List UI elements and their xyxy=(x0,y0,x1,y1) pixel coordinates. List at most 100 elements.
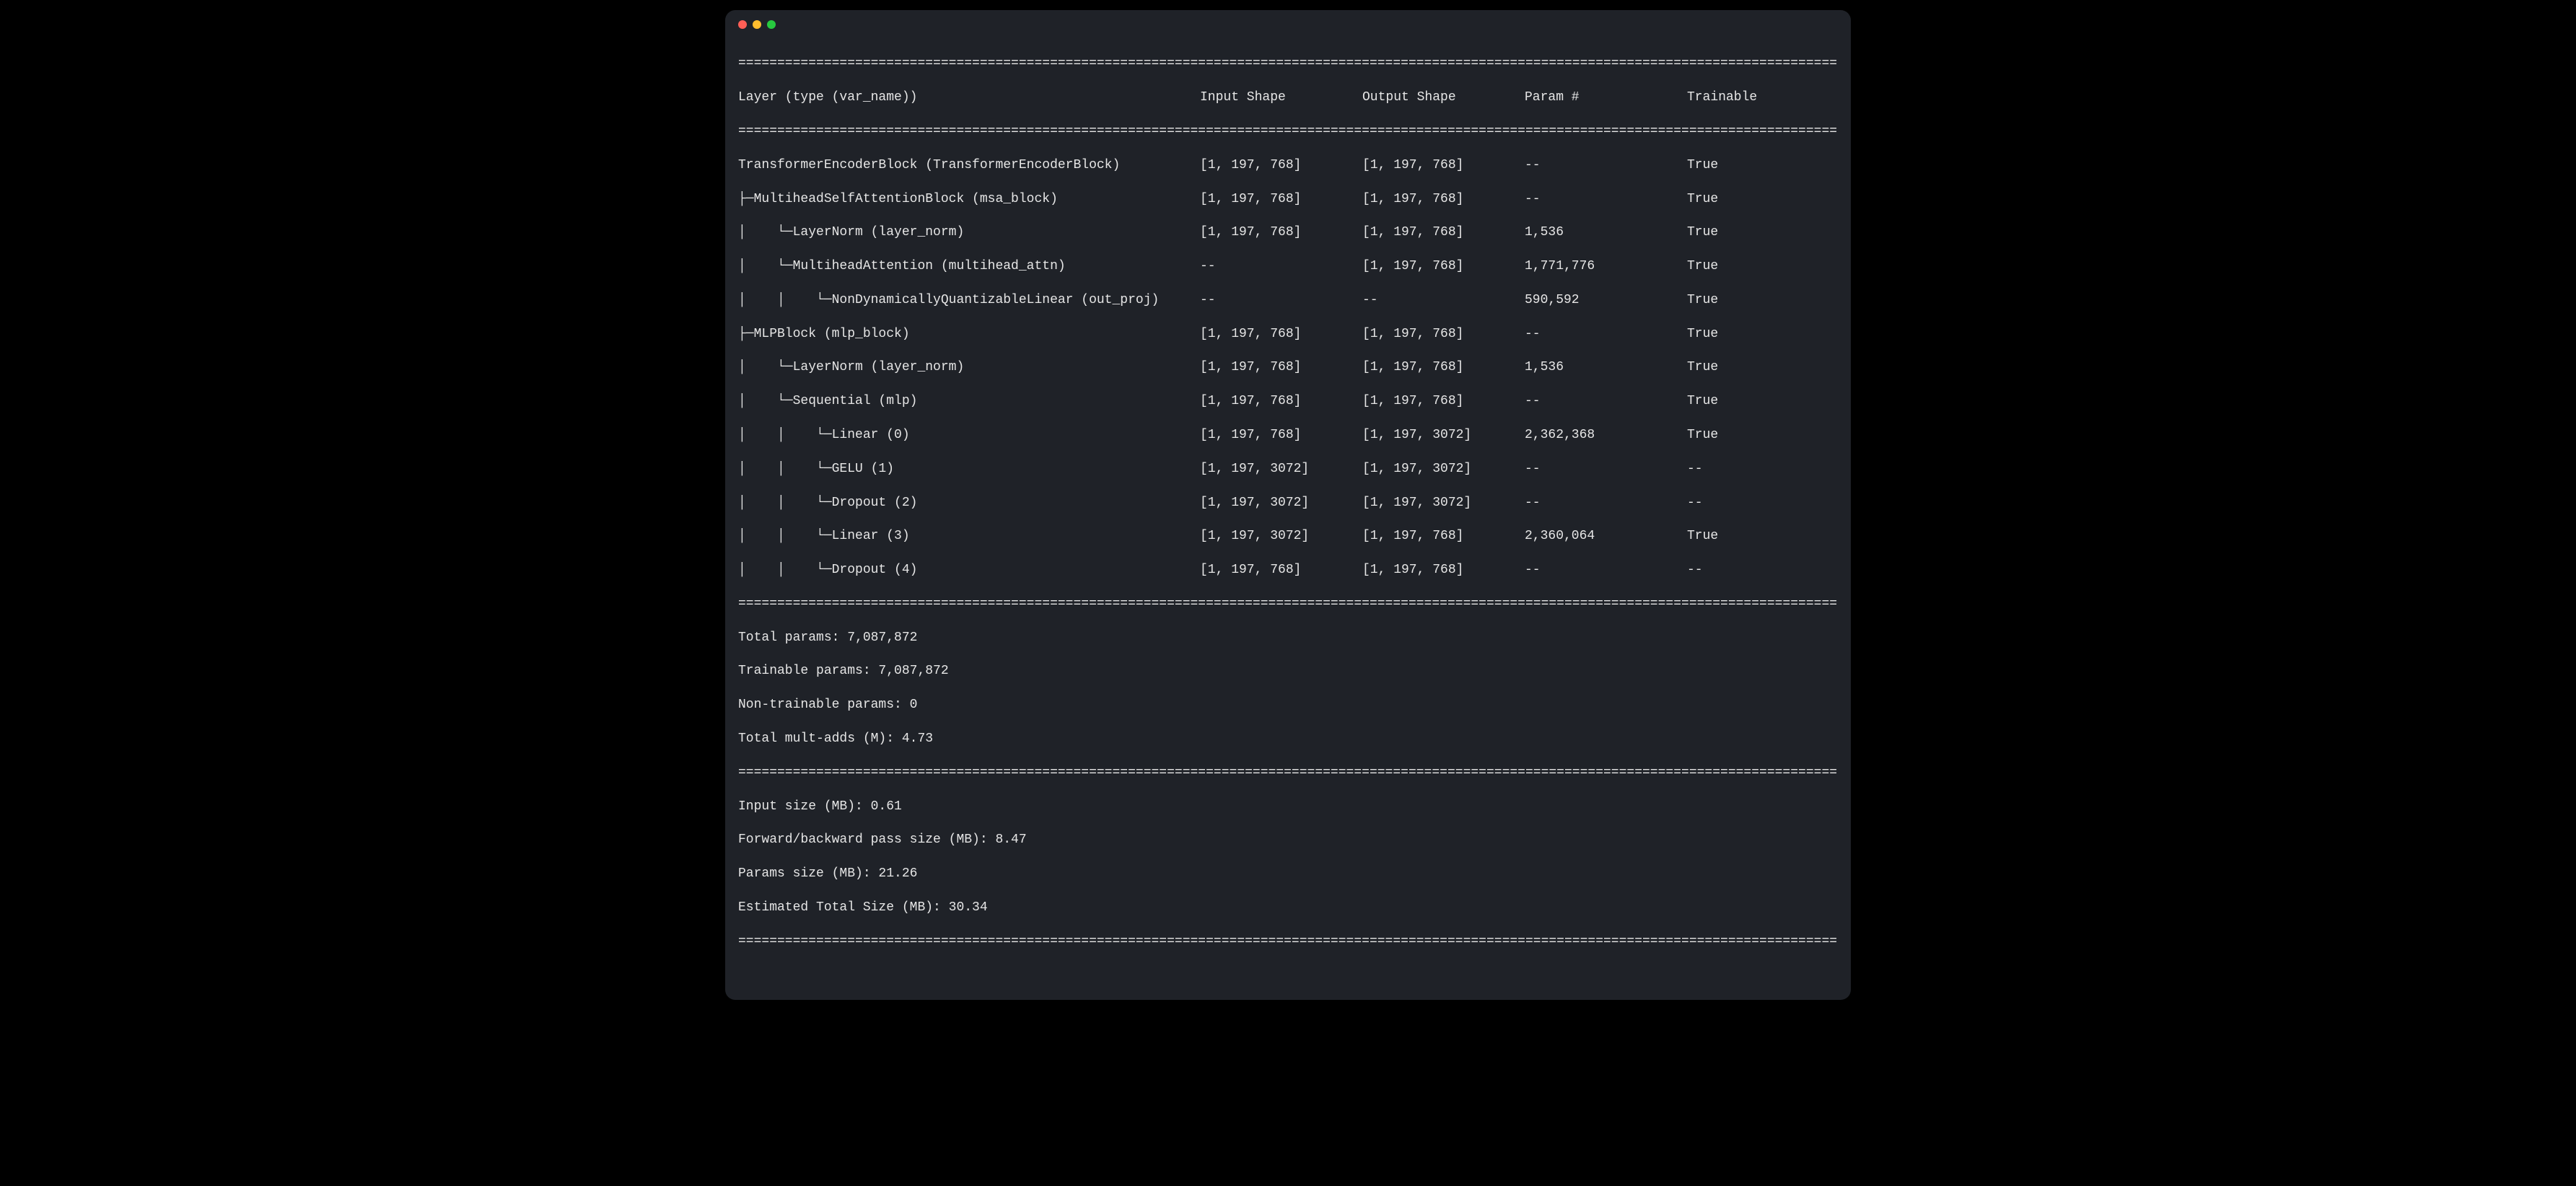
total-params: Total params: 7,087,872 xyxy=(738,630,1838,646)
cell-layer: │ └─LayerNorm (layer_norm) xyxy=(738,359,1200,376)
cell-trainable: -- xyxy=(1687,495,1838,511)
cell-params: -- xyxy=(1525,562,1687,579)
cell-layer: TransformerEncoderBlock (TransformerEnco… xyxy=(738,157,1200,174)
cell-params: -- xyxy=(1525,393,1687,410)
traffic-lights xyxy=(738,20,776,29)
table-row: │ │ └─Linear (3)[1, 197, 3072][1, 197, 7… xyxy=(738,528,1838,545)
cell-params: 2,362,368 xyxy=(1525,427,1687,444)
cell-output: [1, 197, 768] xyxy=(1362,393,1525,410)
cell-output: -- xyxy=(1362,292,1525,309)
zoom-icon[interactable] xyxy=(767,20,776,29)
rule-line: ========================================… xyxy=(738,934,1838,950)
nontrainable-params: Non-trainable params: 0 xyxy=(738,697,1838,713)
input-size: Input size (MB): 0.61 xyxy=(738,799,1838,815)
cell-trainable: True xyxy=(1687,224,1838,241)
cell-trainable: True xyxy=(1687,191,1838,208)
mult-adds: Total mult-adds (M): 4.73 xyxy=(738,731,1838,747)
rule-line: ========================================… xyxy=(738,123,1838,140)
cell-params: -- xyxy=(1525,461,1687,478)
cell-output: [1, 197, 768] xyxy=(1362,258,1525,275)
col-header-trainable: Trainable xyxy=(1687,89,1838,106)
cell-trainable: True xyxy=(1687,359,1838,376)
cell-params: 1,536 xyxy=(1525,359,1687,376)
cell-input: [1, 197, 3072] xyxy=(1200,495,1362,511)
cell-trainable: True xyxy=(1687,157,1838,174)
cell-output: [1, 197, 768] xyxy=(1362,191,1525,208)
cell-input: [1, 197, 768] xyxy=(1200,393,1362,410)
rule-line: ========================================… xyxy=(738,765,1838,781)
cell-input: [1, 197, 768] xyxy=(1200,562,1362,579)
cell-input: [1, 197, 768] xyxy=(1200,359,1362,376)
cell-layer: │ └─LayerNorm (layer_norm) xyxy=(738,224,1200,241)
rule-line: ========================================… xyxy=(738,56,1838,72)
cell-output: [1, 197, 3072] xyxy=(1362,495,1525,511)
terminal-window: ========================================… xyxy=(725,10,1851,1000)
cell-trainable: True xyxy=(1687,393,1838,410)
cell-trainable: True xyxy=(1687,292,1838,309)
cell-params: -- xyxy=(1525,326,1687,343)
window-titlebar xyxy=(725,10,1851,39)
cell-params: 2,360,064 xyxy=(1525,528,1687,545)
table-row: │ └─Sequential (mlp)[1, 197, 768][1, 197… xyxy=(738,393,1838,410)
table-row: │ └─LayerNorm (layer_norm)[1, 197, 768][… xyxy=(738,359,1838,376)
cell-params: 1,536 xyxy=(1525,224,1687,241)
minimize-icon[interactable] xyxy=(753,20,761,29)
cell-layer: │ │ └─Dropout (4) xyxy=(738,562,1200,579)
total-size: Estimated Total Size (MB): 30.34 xyxy=(738,900,1838,916)
cell-output: [1, 197, 768] xyxy=(1362,528,1525,545)
cell-layer: │ │ └─Linear (3) xyxy=(738,528,1200,545)
cell-trainable: -- xyxy=(1687,461,1838,478)
table-row: │ └─LayerNorm (layer_norm)[1, 197, 768][… xyxy=(738,224,1838,241)
cell-output: [1, 197, 768] xyxy=(1362,157,1525,174)
table-row: │ │ └─Dropout (4)[1, 197, 768][1, 197, 7… xyxy=(738,562,1838,579)
cell-output: [1, 197, 3072] xyxy=(1362,461,1525,478)
cell-output: [1, 197, 768] xyxy=(1362,359,1525,376)
cell-trainable: True xyxy=(1687,326,1838,343)
cell-layer: │ └─MultiheadAttention (multihead_attn) xyxy=(738,258,1200,275)
cell-layer: │ │ └─NonDynamicallyQuantizableLinear (o… xyxy=(738,292,1200,309)
table-header: Layer (type (var_name))Input ShapeOutput… xyxy=(738,89,1838,106)
fwdback-size: Forward/backward pass size (MB): 8.47 xyxy=(738,832,1838,848)
table-row: │ │ └─Dropout (2)[1, 197, 3072][1, 197, … xyxy=(738,495,1838,511)
cell-trainable: True xyxy=(1687,427,1838,444)
cell-input: -- xyxy=(1200,258,1362,275)
col-header-output: Output Shape xyxy=(1362,89,1525,106)
cell-params: 590,592 xyxy=(1525,292,1687,309)
cell-output: [1, 197, 3072] xyxy=(1362,427,1525,444)
cell-input: [1, 197, 768] xyxy=(1200,157,1362,174)
cell-input: [1, 197, 3072] xyxy=(1200,461,1362,478)
table-row: TransformerEncoderBlock (TransformerEnco… xyxy=(738,157,1838,174)
close-icon[interactable] xyxy=(738,20,747,29)
cell-output: [1, 197, 768] xyxy=(1362,224,1525,241)
cell-trainable: True xyxy=(1687,258,1838,275)
cell-layer: │ │ └─GELU (1) xyxy=(738,461,1200,478)
cell-trainable: True xyxy=(1687,528,1838,545)
cell-layer: │ │ └─Dropout (2) xyxy=(738,495,1200,511)
cell-input: -- xyxy=(1200,292,1362,309)
table-row: │ │ └─NonDynamicallyQuantizableLinear (o… xyxy=(738,292,1838,309)
cell-layer: │ │ └─Linear (0) xyxy=(738,427,1200,444)
cell-layer: ├─MLPBlock (mlp_block) xyxy=(738,326,1200,343)
cell-input: [1, 197, 768] xyxy=(1200,326,1362,343)
cell-layer: ├─MultiheadSelfAttentionBlock (msa_block… xyxy=(738,191,1200,208)
col-header-input: Input Shape xyxy=(1200,89,1362,106)
cell-input: [1, 197, 768] xyxy=(1200,224,1362,241)
cell-params: 1,771,776 xyxy=(1525,258,1687,275)
params-size: Params size (MB): 21.26 xyxy=(738,866,1838,882)
cell-params: -- xyxy=(1525,191,1687,208)
col-header-layer: Layer (type (var_name)) xyxy=(738,89,1200,106)
cell-params: -- xyxy=(1525,157,1687,174)
cell-input: [1, 197, 3072] xyxy=(1200,528,1362,545)
trainable-params: Trainable params: 7,087,872 xyxy=(738,663,1838,680)
cell-layer: │ └─Sequential (mlp) xyxy=(738,393,1200,410)
cell-params: -- xyxy=(1525,495,1687,511)
col-header-params: Param # xyxy=(1525,89,1687,106)
cell-trainable: -- xyxy=(1687,562,1838,579)
cell-output: [1, 197, 768] xyxy=(1362,326,1525,343)
table-row: │ │ └─Linear (0)[1, 197, 768][1, 197, 30… xyxy=(738,427,1838,444)
cell-input: [1, 197, 768] xyxy=(1200,427,1362,444)
table-row: │ └─MultiheadAttention (multihead_attn)-… xyxy=(738,258,1838,275)
rule-line: ========================================… xyxy=(738,596,1838,612)
table-row: │ │ └─GELU (1)[1, 197, 3072][1, 197, 307… xyxy=(738,461,1838,478)
cell-input: [1, 197, 768] xyxy=(1200,191,1362,208)
